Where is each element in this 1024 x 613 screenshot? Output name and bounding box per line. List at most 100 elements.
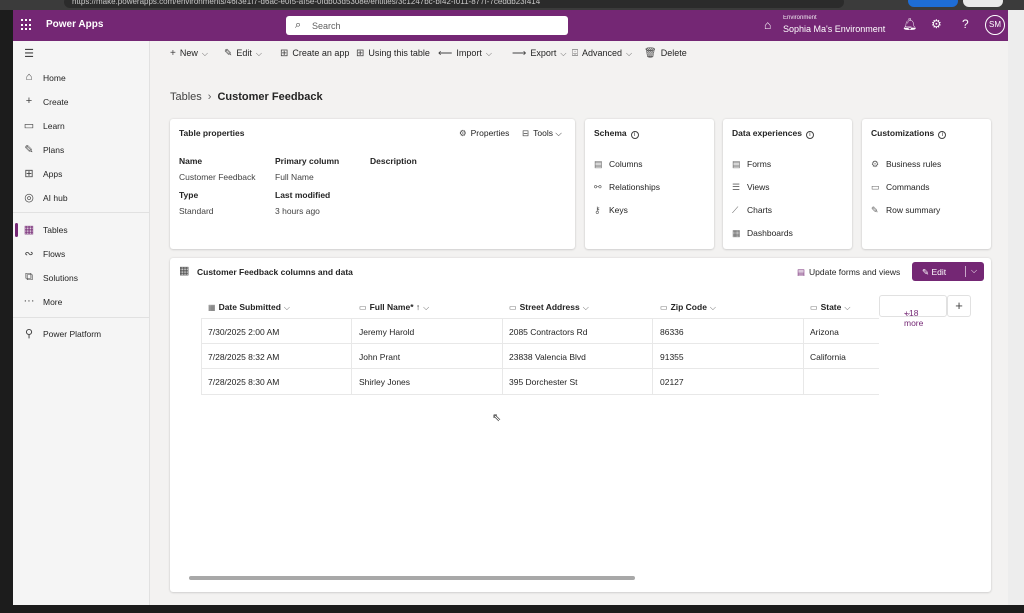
advanced-button[interactable]: ⌹ Advanced ⌵ (572, 48, 632, 59)
address-bar[interactable]: https://make.powerapps.com/environments/… (64, 0, 844, 8)
new-button[interactable]: + New ⌵ (170, 48, 208, 59)
environment-icon[interactable]: ⌂ (764, 18, 771, 32)
dashboards-link[interactable]: ▦ Dashboards (732, 228, 793, 239)
sort-ascending-icon: ↑ (415, 302, 421, 312)
cell-state[interactable]: Arizona (810, 327, 839, 337)
column-divider (201, 318, 202, 394)
table-properties-card: Table properties ⚙ Properties ⊟ Tools ⌵ Na… (170, 119, 575, 249)
add-column-button[interactable]: + (947, 295, 971, 317)
cell-street-address[interactable]: 23838 Valencia Blvd (509, 352, 586, 362)
import-button[interactable]: ⟵ Import ⌵ (438, 48, 492, 59)
column-divider (803, 318, 804, 394)
column-header-full-name[interactable]: ▭ Full Name* ↑ ⌵ (359, 302, 429, 313)
delete-button[interactable]: 🗑︎ Delete (644, 48, 687, 59)
cell-zip-code[interactable]: 91355 (660, 352, 684, 362)
keys-link[interactable]: ⚷ Keys (594, 205, 628, 216)
charts-link[interactable]: ⟋ Charts (732, 205, 772, 216)
browser-update-button[interactable] (963, 0, 1003, 7)
sidebar-item-apps[interactable]: ⊞ Apps (13, 165, 149, 183)
info-icon[interactable]: i (630, 131, 639, 139)
info-icon[interactable]: i (938, 131, 947, 139)
business-rule-icon: ⚙ (871, 159, 880, 169)
command-icon: ▭ (871, 182, 880, 192)
column-header-street-address[interactable]: ▭ Street Address ⌵ (509, 302, 589, 313)
column-header-date-submitted[interactable]: ▦ Date Submitted ⌵ (208, 302, 290, 313)
table-icon: ▦ (23, 224, 35, 236)
cell-full-name[interactable]: Shirley Jones (359, 377, 410, 387)
gear-icon[interactable]: ⚙ (931, 17, 942, 31)
cell-state[interactable]: California (810, 352, 846, 362)
sidebar-item-flows[interactable]: ∾ Flows (13, 245, 149, 263)
update-forms-views-button[interactable]: ▤ Update forms and views (797, 267, 900, 278)
environment-name[interactable]: Sophia Ma's Environment (783, 24, 885, 34)
info-icon[interactable]: i (805, 131, 814, 139)
card-title: Customizations i (871, 128, 947, 139)
chevron-down-icon: ⌵ (201, 49, 208, 58)
commands-link[interactable]: ▭ Commands (871, 182, 929, 193)
cell-street-address[interactable]: 395 Dorchester St (509, 377, 578, 387)
sidebar-item-create[interactable]: + Create (13, 93, 149, 111)
help-icon[interactable]: ? (962, 17, 969, 31)
key-icon: ⚷ (594, 205, 601, 215)
bell-icon[interactable]: 🔔︎ (902, 17, 917, 31)
type-value: Standard (179, 206, 214, 216)
chart-icon: ⟋ (732, 205, 739, 215)
column-header-state[interactable]: ▭ State ⌵ (810, 302, 850, 313)
browser-profile-button[interactable] (908, 0, 958, 7)
views-link[interactable]: ☰ Views (732, 182, 770, 193)
edit-data-button[interactable]: ✎ Edit ⌵ (912, 262, 984, 281)
chevron-down-icon: ⌵ (904, 308, 911, 318)
search-box[interactable]: ⌕ Search (286, 16, 568, 35)
name-value: Customer Feedback (179, 172, 256, 182)
forms-link[interactable]: ▤ Forms (732, 159, 771, 170)
collapse-menu-button[interactable]: ☰ (13, 45, 149, 63)
properties-button[interactable]: ⚙ Properties (459, 128, 509, 139)
description-label: Description (370, 156, 417, 166)
sidebar-item-ai-hub[interactable]: ◎ AI hub (13, 189, 149, 207)
sidebar-item-home[interactable]: ⌂ Home (13, 69, 149, 87)
tools-button[interactable]: ⊟ Tools ⌵ (522, 128, 562, 139)
cell-full-name[interactable]: John Prant (359, 352, 400, 362)
cell-date-submitted[interactable]: 7/28/2025 8:30 AM (208, 377, 279, 387)
cell-zip-code[interactable]: 02127 (660, 377, 684, 387)
relationships-link[interactable]: ⚯ Relationships (594, 182, 660, 193)
sidebar-item-tables[interactable]: ▦ Tables (13, 221, 149, 239)
browser-bar: https://make.powerapps.com/environments/… (0, 0, 1024, 10)
import-icon: ⟵ (438, 48, 453, 59)
edit-button[interactable]: ✎ Edit ⌵ (224, 48, 262, 59)
columns-link[interactable]: ▤ Columns (594, 159, 643, 170)
sidebar-item-power-platform[interactable]: ⚲ Power Platform (13, 325, 149, 343)
sidebar-item-solutions[interactable]: ⧉ Solutions (13, 269, 149, 287)
row-summary-link[interactable]: ✎ Row summary (871, 205, 940, 216)
sidebar-item-learn[interactable]: ▭ Learn (13, 117, 149, 135)
more-columns-button[interactable]: +18 more ⌵ (879, 295, 947, 328)
cell-street-address[interactable]: 2085 Contractors Rd (509, 327, 587, 337)
column-divider (502, 318, 503, 394)
sidebar-item-more[interactable]: ··· More (13, 293, 149, 311)
plus-icon: + (25, 95, 33, 107)
export-button[interactable]: ⟶ Export ⌵ (512, 48, 566, 59)
cell-date-submitted[interactable]: 7/30/2025 2:00 AM (208, 327, 279, 337)
app-brand[interactable]: Power Apps (46, 19, 103, 30)
avatar[interactable]: SM (985, 15, 1005, 35)
business-rules-link[interactable]: ⚙ Business rules (871, 159, 941, 170)
mouse-cursor-icon: ⇖ (492, 412, 502, 424)
apps-icon: ⊞ (24, 168, 34, 180)
cell-zip-code[interactable]: 86336 (660, 327, 684, 337)
app-launcher-icon[interactable] (21, 19, 33, 31)
sidebar-divider (13, 212, 149, 213)
column-header-zip-code[interactable]: ▭ Zip Code ⌵ (660, 302, 716, 313)
card-title: Table properties (179, 128, 245, 138)
chevron-down-icon: ⌵ (626, 49, 633, 58)
sidebar-item-plans[interactable]: ✎ Plans (13, 141, 149, 159)
horizontal-scrollbar[interactable] (189, 576, 635, 580)
cell-date-submitted[interactable]: 7/28/2025 8:32 AM (208, 352, 279, 362)
cell-full-name[interactable]: Jeremy Harold (359, 327, 414, 337)
create-app-button[interactable]: ⊞ Create an app (280, 48, 349, 59)
chevron-down-icon[interactable]: ⌵ (971, 266, 977, 276)
breadcrumb-tables[interactable]: Tables (170, 91, 202, 103)
power-apps-window: Power Apps ⌕ Search ⌂ Environment Sophia… (13, 10, 1008, 605)
pencil-icon: ✎ (922, 267, 930, 277)
using-table-button[interactable]: ⊞ Using this table (356, 48, 430, 59)
hamburger-icon: ☰ (24, 48, 34, 60)
